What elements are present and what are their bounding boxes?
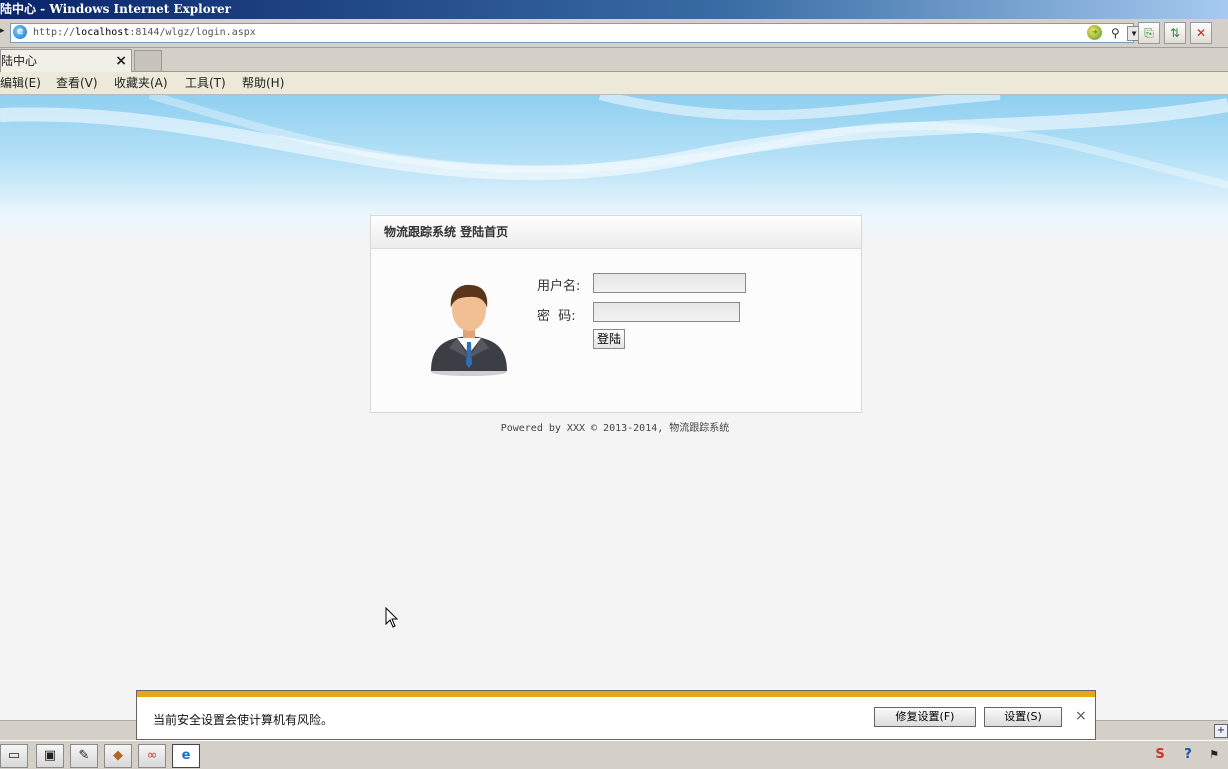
tab-label: 陆中心 [1, 54, 38, 68]
tools-icon[interactable]: ✎ [70, 744, 98, 768]
taskbar: ▭ ▣ ✎ ◆ ∞ e S ? ⚑ [0, 740, 1228, 769]
mouse-cursor-icon [385, 607, 399, 628]
address-url[interactable]: http://localhost:8144/wlgz/login.aspx [33, 24, 256, 42]
tab-close-icon[interactable]: × [115, 50, 127, 72]
go-icon[interactable]: ➔ [1087, 25, 1102, 40]
login-button[interactable]: 登陆 [593, 329, 626, 349]
address-toolbar: ▸ e http://localhost:8144/wlgz/login.asp… [0, 19, 1228, 48]
tray-app-icon[interactable]: S [1150, 745, 1170, 765]
compat-view-icon[interactable]: ⎘ [1138, 22, 1160, 44]
username-field[interactable] [593, 273, 746, 293]
settings-button[interactable]: 设置(S) [984, 707, 1062, 727]
password-label: 密 码: [537, 309, 576, 324]
menu-edit[interactable]: 编辑(E) [0, 72, 41, 94]
password-field[interactable] [593, 302, 740, 322]
server-manager-icon[interactable]: ▣ [36, 744, 64, 768]
tab-strip: 陆中心 × [0, 48, 1228, 72]
close-icon[interactable]: × [1075, 708, 1087, 724]
login-panel-header: 物流跟踪系统 登陆首页 [371, 216, 861, 249]
menu-bar: 编辑(E) 查看(V) 收藏夹(A) 工具(T) 帮助(H) [0, 72, 1228, 95]
menu-favorites[interactable]: 收藏夹(A) [114, 72, 168, 94]
help-icon[interactable]: ? [1178, 745, 1198, 765]
tab-login[interactable]: 陆中心 × [0, 49, 132, 72]
app-icon[interactable]: ∞ [138, 744, 166, 768]
username-label: 用户名: [537, 279, 581, 294]
address-bar[interactable]: e http://localhost:8144/wlgz/login.aspx … [10, 23, 1141, 43]
refresh-icon[interactable]: ⇅ [1164, 22, 1186, 44]
stop-icon[interactable]: ✕ [1190, 22, 1212, 44]
show-desktop-icon[interactable]: ▭ [0, 744, 28, 768]
window-title-bar: 陆中心 - Windows Internet Explorer [0, 0, 1228, 19]
ie-taskbar-icon[interactable]: e [172, 744, 200, 768]
page-content: 物流跟踪系统 登陆首页 用户名: 密 码: 登陆 Powered by XXX … [0, 95, 1228, 720]
page-footer: Powered by XXX © 2013-2014, 物流跟踪系统 [500, 423, 730, 434]
security-warning-bar: 当前安全设置会使计算机有风险。 修复设置(F) 设置(S) × [136, 690, 1096, 740]
window-title: 陆中心 - Windows Internet Explorer [0, 2, 231, 16]
new-tab-button[interactable] [134, 50, 162, 72]
login-panel: 物流跟踪系统 登陆首页 用户名: 密 码: 登陆 [370, 215, 862, 413]
tray-flag-icon[interactable]: ⚑ [1204, 745, 1224, 765]
search-icon[interactable]: ⚲ [1111, 24, 1120, 42]
zoom-icon[interactable]: + [1214, 724, 1228, 738]
login-title: 物流跟踪系统 登陆首页 [384, 225, 509, 239]
menu-tools[interactable]: 工具(T) [185, 72, 226, 94]
fix-settings-button[interactable]: 修复设置(F) [874, 707, 976, 727]
menu-help[interactable]: 帮助(H) [242, 72, 284, 94]
menu-view[interactable]: 查看(V) [56, 72, 98, 94]
warning-stripe [137, 691, 1095, 697]
user-avatar-icon [431, 284, 507, 376]
ie-page-icon: e [13, 25, 27, 39]
back-arrow-icon[interactable]: ▸ [0, 26, 5, 36]
security-message: 当前安全设置会使计算机有风险。 [153, 713, 334, 727]
book-icon[interactable]: ◆ [104, 744, 132, 768]
